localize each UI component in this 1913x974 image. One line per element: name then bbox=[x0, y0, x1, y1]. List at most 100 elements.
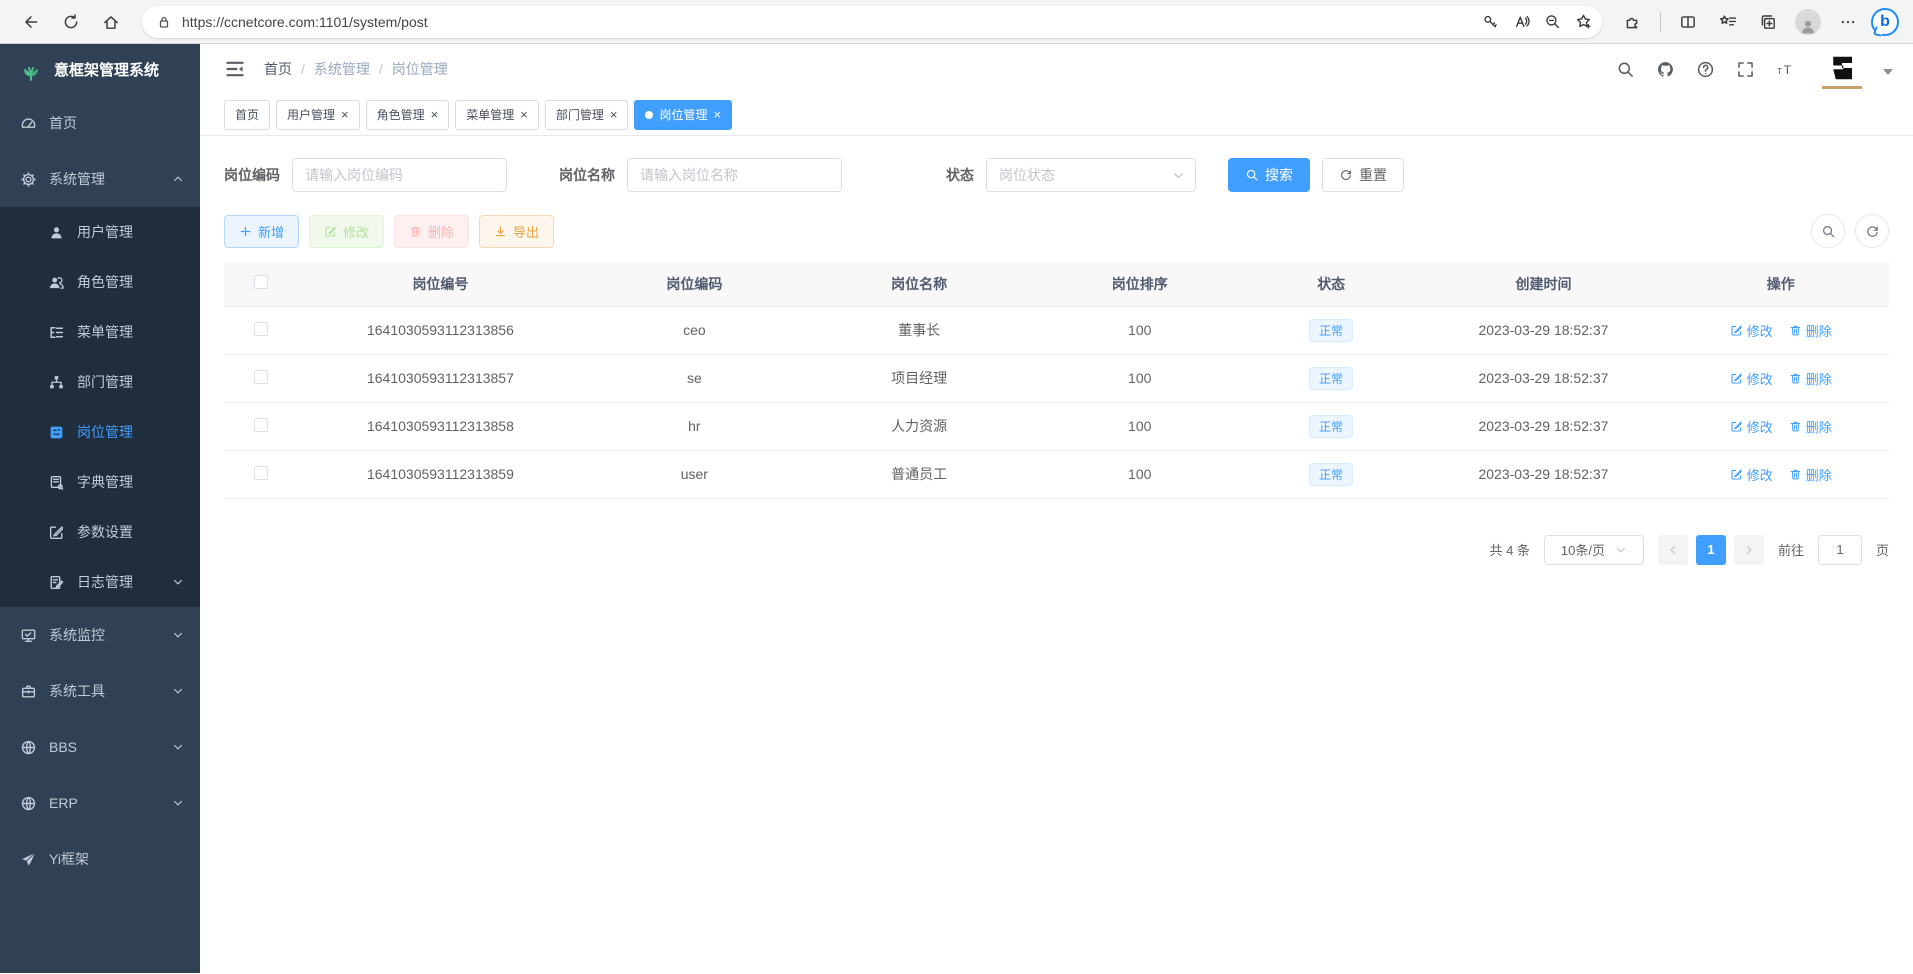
extensions-icon[interactable] bbox=[1616, 5, 1650, 39]
lock-icon bbox=[156, 14, 172, 30]
next-page-button[interactable] bbox=[1734, 535, 1764, 565]
close-icon[interactable]: × bbox=[713, 108, 721, 121]
cell-created: 2023-03-29 18:52:37 bbox=[1414, 402, 1672, 450]
url-text[interactable]: https://ccnetcore.com:1101/system/post bbox=[182, 14, 1482, 30]
status-select[interactable]: 岗位状态 bbox=[986, 158, 1196, 192]
trash-icon bbox=[409, 225, 422, 238]
row-delete-link[interactable]: 删除 bbox=[1789, 417, 1832, 436]
close-icon[interactable]: × bbox=[431, 108, 439, 121]
tab-menu-mgmt[interactable]: 菜单管理 × bbox=[455, 100, 539, 130]
row-edit-link[interactable]: 修改 bbox=[1730, 417, 1773, 436]
goto-page-input[interactable] bbox=[1818, 535, 1862, 565]
row-checkbox[interactable] bbox=[254, 418, 268, 432]
close-icon[interactable]: × bbox=[610, 108, 618, 121]
chevron-left-icon bbox=[1667, 544, 1679, 556]
home-button[interactable] bbox=[94, 5, 128, 39]
edit-button[interactable]: 修改 bbox=[309, 215, 384, 248]
tab-user-mgmt[interactable]: 用户管理 × bbox=[276, 100, 360, 130]
add-button[interactable]: 新增 bbox=[224, 215, 299, 248]
sidebar-item-dict-mgmt[interactable]: 字典管理 bbox=[0, 457, 200, 507]
download-icon bbox=[494, 225, 507, 238]
favorite-star-icon[interactable] bbox=[1575, 13, 1592, 30]
avatar-dropdown-caret[interactable] bbox=[1883, 69, 1893, 75]
sidebar-item-system-mgmt[interactable]: 系统管理 bbox=[0, 151, 200, 207]
browser-menu-icon[interactable] bbox=[1831, 5, 1865, 39]
search-icon bbox=[1821, 224, 1836, 239]
row-checkbox[interactable] bbox=[254, 370, 268, 384]
toolbox-icon bbox=[20, 683, 37, 700]
post-name-input[interactable] bbox=[627, 158, 842, 192]
sidebar-item-bbs[interactable]: BBS bbox=[0, 719, 200, 775]
sidebar-item-home[interactable]: 首页 bbox=[0, 95, 200, 151]
pencil-icon bbox=[1730, 420, 1743, 433]
toggle-search-button[interactable] bbox=[1811, 214, 1845, 248]
bing-chat-icon[interactable]: b bbox=[1871, 8, 1899, 36]
sidebar-item-system-monitor[interactable]: 系统监控 bbox=[0, 607, 200, 663]
search-icon bbox=[1245, 168, 1259, 182]
github-icon[interactable] bbox=[1656, 60, 1675, 79]
breadcrumb-post[interactable]: 岗位管理 bbox=[392, 59, 448, 79]
post-code-input[interactable] bbox=[292, 158, 507, 192]
header-search-icon[interactable] bbox=[1616, 60, 1635, 79]
user-avatar[interactable] bbox=[1822, 49, 1862, 89]
log-document-icon bbox=[48, 574, 65, 591]
close-icon[interactable]: × bbox=[520, 108, 528, 121]
row-checkbox[interactable] bbox=[254, 322, 268, 336]
row-delete-link[interactable]: 删除 bbox=[1789, 465, 1832, 484]
page-number-1[interactable]: 1 bbox=[1696, 535, 1726, 565]
cell-post-name: 董事长 bbox=[807, 306, 1032, 354]
refresh-button[interactable] bbox=[54, 5, 88, 39]
export-button[interactable]: 导出 bbox=[479, 215, 554, 248]
row-checkbox[interactable] bbox=[254, 466, 268, 480]
sidebar-item-menu-mgmt[interactable]: 菜单管理 bbox=[0, 307, 200, 357]
row-delete-link[interactable]: 删除 bbox=[1789, 321, 1832, 340]
sidebar-collapse-icon[interactable] bbox=[224, 58, 246, 80]
sidebar-item-erp[interactable]: ERP bbox=[0, 775, 200, 831]
sidebar-item-param-settings[interactable]: 参数设置 bbox=[0, 507, 200, 557]
cell-post-name: 普通员工 bbox=[807, 450, 1032, 498]
sidebar-item-post-mgmt[interactable]: 岗位管理 bbox=[0, 407, 200, 457]
password-key-icon[interactable] bbox=[1482, 13, 1499, 30]
row-delete-link[interactable]: 删除 bbox=[1789, 369, 1832, 388]
refresh-table-button[interactable] bbox=[1855, 214, 1889, 248]
breadcrumb-home[interactable]: 首页 bbox=[264, 59, 292, 79]
help-icon[interactable] bbox=[1696, 60, 1715, 79]
close-icon[interactable]: × bbox=[341, 108, 349, 121]
chevron-down-icon bbox=[172, 576, 184, 588]
prev-page-button[interactable] bbox=[1658, 535, 1688, 565]
chevron-down-icon bbox=[172, 685, 184, 697]
read-aloud-icon[interactable] bbox=[1513, 13, 1530, 30]
tab-post-mgmt[interactable]: 岗位管理 × bbox=[634, 100, 732, 130]
row-edit-link[interactable]: 修改 bbox=[1730, 369, 1773, 388]
search-button[interactable]: 搜索 bbox=[1228, 158, 1310, 192]
address-bar[interactable]: https://ccnetcore.com:1101/system/post bbox=[142, 6, 1602, 38]
split-screen-icon[interactable] bbox=[1671, 5, 1705, 39]
tab-home[interactable]: 首页 bbox=[224, 100, 270, 130]
breadcrumb-separator: / bbox=[301, 61, 305, 77]
sidebar-item-log-mgmt[interactable]: 日志管理 bbox=[0, 557, 200, 607]
pencil-icon bbox=[1730, 324, 1743, 337]
row-edit-link[interactable]: 修改 bbox=[1730, 321, 1773, 340]
collections-icon[interactable] bbox=[1751, 5, 1785, 39]
tab-role-mgmt[interactable]: 角色管理 × bbox=[366, 100, 450, 130]
reset-button[interactable]: 重置 bbox=[1322, 158, 1404, 192]
page-size-select[interactable]: 10条/页 bbox=[1544, 535, 1644, 565]
row-edit-link[interactable]: 修改 bbox=[1730, 465, 1773, 484]
favorites-icon[interactable] bbox=[1711, 5, 1745, 39]
sidebar-item-system-tools[interactable]: 系统工具 bbox=[0, 663, 200, 719]
table-row: 1641030593112313857 se 项目经理 100 正常 2023-… bbox=[224, 354, 1889, 402]
text-size-icon[interactable]: TT bbox=[1776, 60, 1795, 79]
sidebar-item-dept-mgmt[interactable]: 部门管理 bbox=[0, 357, 200, 407]
sidebar-item-user-mgmt[interactable]: 用户管理 bbox=[0, 207, 200, 257]
tab-dept-mgmt[interactable]: 部门管理 × bbox=[545, 100, 629, 130]
profile-avatar[interactable] bbox=[1791, 5, 1825, 39]
sidebar-item-role-mgmt[interactable]: 角色管理 bbox=[0, 257, 200, 307]
sidebar: 意框架管理系统 首页 系统管理 用户管理 角色管理 bbox=[0, 44, 200, 973]
fullscreen-icon[interactable] bbox=[1736, 60, 1755, 79]
delete-button[interactable]: 删除 bbox=[394, 215, 469, 248]
sidebar-item-yi-framework[interactable]: Yi框架 bbox=[0, 831, 200, 887]
select-all-checkbox[interactable] bbox=[254, 275, 268, 289]
zoom-out-icon[interactable] bbox=[1544, 13, 1561, 30]
back-button[interactable] bbox=[14, 5, 48, 39]
breadcrumb-system[interactable]: 系统管理 bbox=[314, 59, 370, 79]
